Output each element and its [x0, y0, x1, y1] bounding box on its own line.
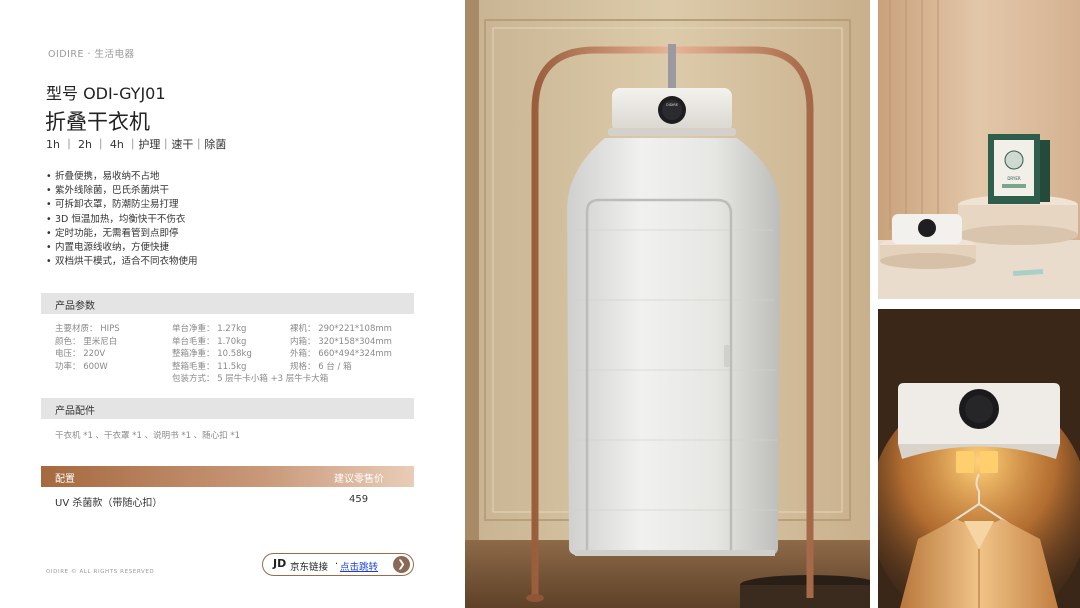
feature-item: • 双档烘干模式，适合不同衣物使用 [46, 255, 198, 269]
brand-category: OIDIRE · 生活电器 [48, 49, 135, 60]
feature-list: • 折叠便携，易收纳不占地 • 紫外线除菌，巴氏杀菌烘干 • 可拆卸衣罩，防潮防尘易打… [46, 170, 198, 269]
spec-column-dimensions: 裸机： 290*221*108mm 内箱： 320*158*304mm 外箱： … [290, 323, 392, 373]
price-row-config: UV 杀菌款（带随心扣） [55, 498, 163, 509]
params-section-title: 产品参数 [55, 301, 95, 312]
feature-item: • 内置电源线收纳，方便快捷 [46, 241, 198, 255]
device-brand-label: OIDIRE [666, 103, 678, 107]
config-column-header: 配置 [55, 474, 75, 485]
model-number: 型号 ODI-GYJ01 [46, 84, 166, 103]
feature-item: • 折叠便携，易收纳不占地 [46, 170, 198, 184]
spec-voltage: 电压： 220V [55, 349, 106, 360]
jd-link-separator: · [335, 559, 339, 570]
spec-column-basic: 主要材质： HIPS 颜色： 里米尼白 电压： 220V 功率： 600W [55, 323, 120, 373]
feature-item: • 紫外线除菌，巴氏杀菌烘干 [46, 184, 198, 198]
spec-bare-size: 裸机： 290*221*108mm [290, 324, 392, 334]
spec-inner-box: 内箱： 320*158*304mm [290, 336, 392, 347]
bullet-icon: • [46, 185, 52, 197]
mode-options: 1h ｜ 2h ｜ 4h ｜护理｜速干｜除菌 [46, 138, 227, 151]
bullet-icon: • [46, 171, 52, 182]
product-photo-main: OIDIRE [465, 0, 870, 608]
feature-item: • 定时功能，无需看管到点即停 [46, 227, 198, 241]
product-photo-packaging: DRYER [878, 0, 1080, 299]
dryer-heating-shirt-illustration [878, 309, 1080, 608]
jd-logo: JD [273, 557, 287, 570]
accessories-section-header: 产品配件 [41, 398, 414, 419]
chevron-right-icon[interactable]: ❯ [393, 556, 410, 573]
price-column-header: 建议零售价 [334, 474, 384, 485]
spec-color: 颜色： 里米尼白 [55, 336, 118, 347]
spec-outer-box: 外箱： 660*494*324mm [290, 349, 392, 360]
dryer-with-box-illustration: DRYER [878, 0, 1080, 299]
bullet-icon: • [46, 256, 52, 268]
price-row-value: 459 [349, 494, 369, 505]
feature-item: • 可拆卸衣罩，防潮防尘易打理 [46, 198, 198, 212]
bullet-icon: • [46, 227, 52, 239]
jd-link-label: 京东链接 [290, 562, 329, 573]
params-section-header: 产品参数 [41, 293, 414, 314]
copyright-notice: OIDIRE © ALL RIGHTS RESERVED [46, 569, 155, 575]
bullet-icon: • [46, 213, 52, 225]
jd-jump-link[interactable]: 点击跳转 [340, 559, 378, 573]
spec-material: 主要材质： HIPS [55, 324, 120, 334]
spec-units-per-box: 规格： 6 台 / 箱 [290, 361, 352, 372]
box-label: DRYER [1007, 176, 1021, 181]
dryer-on-rack-illustration: OIDIRE [465, 0, 870, 608]
accessories-section-title: 产品配件 [55, 406, 95, 417]
spec-power: 功率： 600W [55, 361, 108, 372]
jd-link-button[interactable]: JD 京东链接 · 点击跳转 ❯ [262, 553, 414, 576]
product-photo-heating [878, 309, 1080, 608]
spec-packaging: 包装方式： 5 层牛卡小箱 +3 层牛卡大箱 [172, 374, 329, 385]
product-title: 折叠干衣机 [45, 110, 150, 134]
price-table-header: 配置 建议零售价 [41, 466, 414, 487]
feature-item: • 3D 恒温加热，均衡快干不伤衣 [46, 213, 198, 227]
bullet-icon: • [46, 199, 52, 211]
accessories-list: 干衣机 *1 、干衣罩 *1 、说明书 *1 、随心扣 *1 [55, 431, 241, 441]
bullet-icon: • [46, 242, 52, 254]
